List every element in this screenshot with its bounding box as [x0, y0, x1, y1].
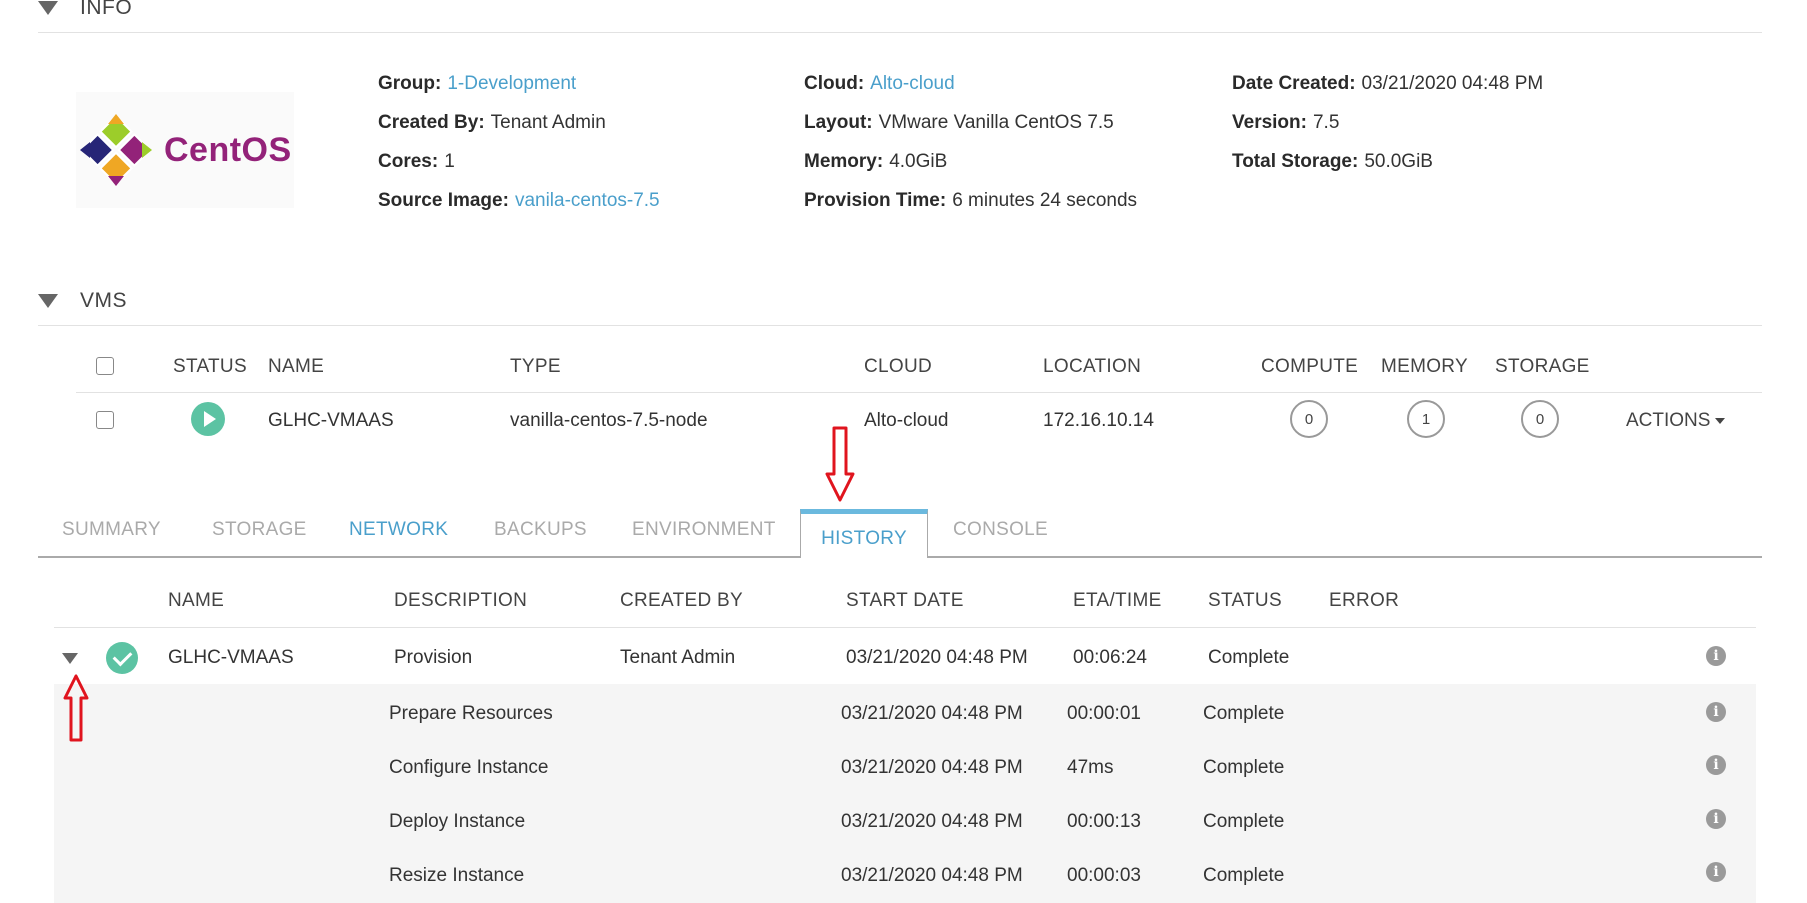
col-memory: MEMORY: [1381, 356, 1468, 377]
history-description: Provision: [394, 647, 473, 668]
info-created-by: Created By: Tenant Admin: [378, 112, 606, 133]
history-col-description: DESCRIPTION: [394, 590, 528, 611]
row-checkbox[interactable]: [96, 411, 114, 429]
info-icon[interactable]: i: [1706, 862, 1726, 882]
collapse-icon: [38, 294, 58, 308]
cloud-link[interactable]: Alto-cloud: [870, 73, 955, 94]
logo-text: CentOS: [164, 130, 292, 169]
compute-gauge: 0: [1290, 400, 1328, 438]
vm-cloud: Alto-cloud: [864, 410, 949, 431]
info-cloud: Cloud: Alto-cloud: [804, 73, 955, 94]
history-start-date: 03/21/2020 04:48 PM: [846, 647, 1028, 668]
info-source-image: Source Image: vanila-centos-7.5: [378, 190, 660, 211]
info-layout: Layout: VMware Vanilla CentOS 7.5: [804, 112, 1114, 133]
history-col-created-by: CREATED BY: [620, 590, 744, 611]
history-col-eta: ETA/TIME: [1073, 590, 1162, 611]
divider: [38, 32, 1762, 33]
info-section-toggle[interactable]: INFO: [38, 0, 132, 20]
memory-gauge: 1: [1407, 400, 1445, 438]
history-eta: 00:06:24: [1073, 647, 1147, 668]
chevron-down-icon: [1715, 418, 1726, 424]
centos-emblem-icon: [80, 114, 152, 186]
complete-status-icon: [106, 642, 138, 674]
red-up-arrow-icon: [63, 674, 89, 742]
tab-console[interactable]: CONSOLE: [953, 519, 1048, 541]
step-status: Complete: [1203, 865, 1285, 886]
history-col-name: NAME: [168, 590, 225, 611]
step-description: Configure Instance: [389, 757, 549, 778]
vm-name[interactable]: GLHC-VMAAS: [268, 410, 394, 432]
col-cloud: CLOUD: [864, 356, 933, 377]
info-provision-time: Provision Time: 6 minutes 24 seconds: [804, 190, 1138, 211]
select-all-checkbox[interactable]: [96, 357, 114, 375]
history-name: GLHC-VMAAS: [168, 647, 294, 668]
history-status: Complete: [1208, 647, 1290, 668]
divider: [38, 325, 1762, 326]
expand-row-icon[interactable]: [62, 653, 78, 664]
storage-gauge: 0: [1521, 400, 1559, 438]
actions-dropdown[interactable]: ACTIONS: [1626, 410, 1726, 432]
vm-location: 172.16.10.14: [1043, 410, 1154, 431]
red-down-arrow-icon: [825, 426, 855, 502]
info-group: Group: 1-Development: [378, 73, 577, 94]
tab-history[interactable]: HISTORY: [800, 509, 928, 558]
info-icon[interactable]: i: [1706, 755, 1726, 775]
col-compute: COMPUTE: [1261, 356, 1359, 377]
info-date-created: Date Created: 03/21/2020 04:48 PM: [1232, 73, 1544, 94]
step-eta: 47ms: [1067, 757, 1114, 778]
info-icon[interactable]: i: [1706, 809, 1726, 829]
col-name: NAME: [268, 356, 325, 377]
info-total-storage: Total Storage: 50.0GiB: [1232, 151, 1433, 172]
step-status: Complete: [1203, 757, 1285, 778]
source-image-link[interactable]: vanila-centos-7.5: [515, 190, 660, 211]
tab-environment[interactable]: ENVIRONMENT: [632, 519, 776, 541]
step-eta: 00:00:01: [1067, 703, 1141, 724]
step-description: Resize Instance: [389, 865, 525, 886]
history-col-start-date: START DATE: [846, 590, 964, 611]
tab-storage[interactable]: STORAGE: [212, 519, 307, 541]
col-status: STATUS: [173, 356, 247, 377]
vms-section-toggle[interactable]: VMS: [38, 289, 127, 313]
info-icon[interactable]: i: [1706, 702, 1726, 722]
vms-section-title: VMS: [80, 289, 128, 312]
history-col-error: ERROR: [1329, 590, 1400, 611]
step-eta: 00:00:13: [1067, 811, 1141, 832]
info-memory: Memory: 4.0GiB: [804, 151, 948, 172]
tab-backups[interactable]: BACKUPS: [494, 519, 587, 541]
divider: [54, 627, 1756, 628]
col-location: LOCATION: [1043, 356, 1142, 377]
history-col-status: STATUS: [1208, 590, 1282, 611]
history-created-by: Tenant Admin: [620, 647, 736, 668]
centos-logo: CentOS: [76, 92, 294, 208]
step-status: Complete: [1203, 703, 1285, 724]
step-start-date: 03/21/2020 04:48 PM: [841, 811, 1023, 832]
divider: [76, 392, 1762, 393]
step-status: Complete: [1203, 811, 1285, 832]
step-start-date: 03/21/2020 04:48 PM: [841, 703, 1023, 724]
info-section-title: INFO: [80, 0, 133, 19]
step-description: Deploy Instance: [389, 811, 526, 832]
group-link[interactable]: 1-Development: [447, 73, 576, 94]
col-storage: STORAGE: [1495, 356, 1590, 377]
running-status-icon: [191, 402, 225, 436]
tab-network[interactable]: NETWORK: [349, 519, 448, 541]
vm-type: vanilla-centos-7.5-node: [510, 410, 708, 431]
info-icon[interactable]: i: [1706, 646, 1726, 666]
tab-summary[interactable]: SUMMARY: [62, 519, 161, 541]
step-description: Prepare Resources: [389, 703, 553, 724]
step-start-date: 03/21/2020 04:48 PM: [841, 865, 1023, 886]
col-type: TYPE: [510, 356, 561, 377]
collapse-icon: [38, 1, 58, 15]
info-version: Version: 7.5: [1232, 112, 1340, 133]
info-cores: Cores: 1: [378, 151, 455, 172]
step-start-date: 03/21/2020 04:48 PM: [841, 757, 1023, 778]
step-eta: 00:00:03: [1067, 865, 1141, 886]
